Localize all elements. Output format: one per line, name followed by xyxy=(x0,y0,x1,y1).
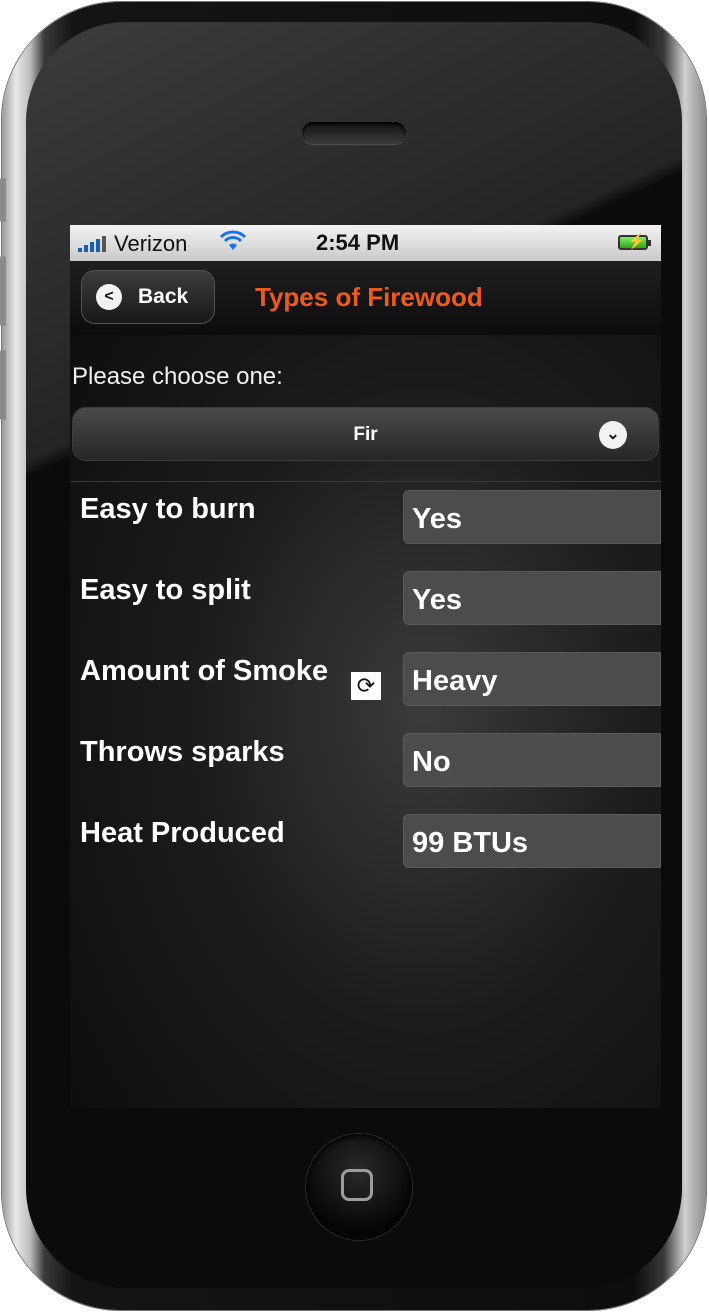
wifi-icon xyxy=(219,230,247,259)
status-time: 2:54 PM xyxy=(316,230,400,255)
page-title: Types of Firewood xyxy=(255,282,483,312)
volume-up-button xyxy=(0,256,6,326)
battery-icon: ⚡ xyxy=(618,233,651,250)
volume-down-button xyxy=(0,350,6,420)
carrier-name: Verizon xyxy=(114,231,188,256)
property-value-easy-to-split: Yes xyxy=(403,571,661,625)
property-label-amount-of-smoke: Amount of Smoke xyxy=(80,655,329,687)
property-label-throws-sparks: Throws sparks xyxy=(80,736,285,768)
divider xyxy=(70,481,661,482)
back-button-label: Back xyxy=(138,285,189,308)
home-button-icon xyxy=(341,1169,373,1201)
screen: Verizon 2:54 PM ⚡ < Back Types of Firewo… xyxy=(70,225,661,1108)
property-value-heat-produced: 99 BTUs xyxy=(403,814,661,868)
property-value-throws-sparks: No xyxy=(403,733,661,787)
property-value-amount-of-smoke: Heavy xyxy=(403,652,661,706)
navigation-bar: < Back Types of Firewood xyxy=(70,261,661,335)
mute-switch xyxy=(0,178,6,222)
back-button[interactable]: < Back xyxy=(81,270,215,324)
property-label-easy-to-split: Easy to split xyxy=(80,574,251,606)
earpiece-speaker xyxy=(302,122,406,144)
property-label-heat-produced: Heat Produced xyxy=(80,817,285,849)
home-button[interactable] xyxy=(306,1134,412,1240)
property-label-easy-to-burn: Easy to burn xyxy=(80,493,256,525)
property-value-easy-to-burn: Yes xyxy=(403,490,661,544)
signal-icon xyxy=(78,236,106,252)
charging-bolt-icon: ⚡ xyxy=(627,233,646,250)
selected-firewood: Fir xyxy=(353,424,378,445)
firewood-type-select[interactable]: Fir ⌄ xyxy=(72,407,659,461)
dropdown-chevron-icon: ⌄ xyxy=(599,421,627,449)
status-bar: Verizon 2:54 PM ⚡ xyxy=(70,225,661,261)
back-chevron-icon: < xyxy=(96,284,122,310)
picker-prompt: Please choose one: xyxy=(72,363,283,390)
sync-icon[interactable]: ⟳ xyxy=(351,672,381,700)
